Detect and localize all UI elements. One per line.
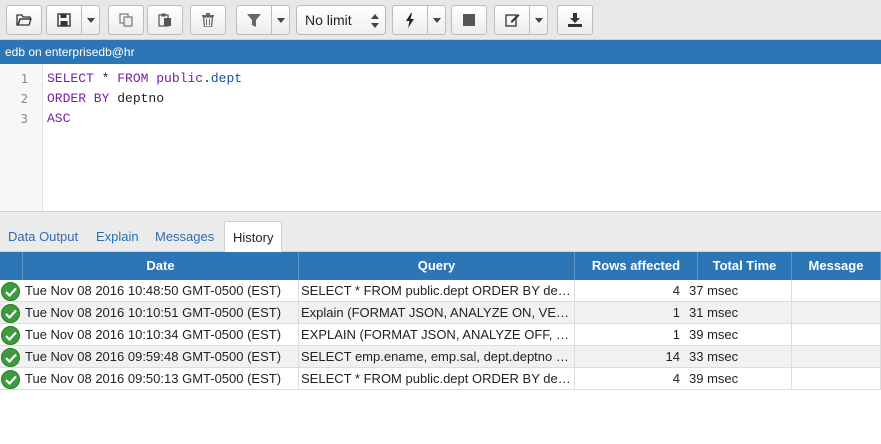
history-message xyxy=(792,302,881,324)
sql-keyword: ASC xyxy=(47,111,71,126)
sql-keyword: public xyxy=(156,71,204,86)
stop-icon xyxy=(463,14,475,26)
history-rows-affected: 1 xyxy=(672,305,680,320)
history-date: Tue Nov 08 2016 10:48:50 GMT-0500 (EST) xyxy=(23,280,299,302)
row-limit-select[interactable]: No limit xyxy=(296,5,386,35)
save-button[interactable] xyxy=(46,5,82,35)
history-query: SELECT * FROM public.dept ORDER BY deptn… xyxy=(299,368,575,390)
history-row[interactable]: Tue Nov 08 2016 10:48:50 GMT-0500 (EST) … xyxy=(0,280,881,302)
sql-editor[interactable]: 1 2 3 SELECT * FROM public.dept ORDER BY… xyxy=(0,64,881,212)
download-button[interactable] xyxy=(557,5,593,35)
history-query: SELECT emp.ename, emp.sal, dept.deptno F… xyxy=(299,346,575,368)
filter-icon xyxy=(247,13,261,27)
line-number: 3 xyxy=(20,112,28,126)
filter-button[interactable] xyxy=(236,5,272,35)
history-rows-affected: 1 xyxy=(672,327,680,342)
column-header-rows-affected[interactable]: Rows affected xyxy=(575,252,698,280)
paste-button[interactable] xyxy=(147,5,183,35)
tab-data-output[interactable]: Data Output xyxy=(0,221,86,252)
sql-keyword: FROM xyxy=(117,71,149,86)
history-date: Tue Nov 08 2016 10:10:51 GMT-0500 (EST) xyxy=(23,302,299,324)
history-rows-affected: 4 xyxy=(672,283,680,298)
history-message xyxy=(792,324,881,346)
history-message xyxy=(792,280,881,302)
history-message xyxy=(792,368,881,390)
check-circle-icon xyxy=(1,326,20,345)
history-query: EXPLAIN (FORMAT JSON, ANALYZE OFF, VERBO… xyxy=(299,324,575,346)
sql-keyword: SELECT xyxy=(47,71,94,86)
lightning-icon xyxy=(405,12,415,28)
history-query: Explain (FORMAT JSON, ANALYZE ON, VERBOS… xyxy=(299,302,575,324)
history-total-time: 37 msec xyxy=(686,280,792,302)
paste-icon xyxy=(158,13,172,27)
save-icon xyxy=(57,13,71,27)
execute-button[interactable] xyxy=(392,5,428,35)
check-circle-icon xyxy=(1,282,20,301)
line-number-gutter: 1 2 3 xyxy=(0,64,43,211)
tab-history[interactable]: History xyxy=(224,221,283,252)
filter-options-dropdown[interactable] xyxy=(272,5,290,35)
save-options-dropdown[interactable] xyxy=(82,5,100,35)
history-rows-affected: 14 xyxy=(665,349,680,364)
history-total-time: 39 msec xyxy=(686,368,792,390)
copy-button[interactable] xyxy=(108,5,144,35)
column-header-query[interactable]: Query xyxy=(299,252,575,280)
tab-explain[interactable]: Explain xyxy=(88,221,147,252)
sql-text: . xyxy=(203,71,211,86)
connection-label: edb on enterprisedb@hr xyxy=(5,45,135,59)
code-line: SELECT * FROM public.dept xyxy=(47,71,242,86)
tab-messages[interactable]: Messages xyxy=(147,221,222,252)
open-file-button[interactable] xyxy=(6,5,42,35)
column-header-total-time[interactable]: Total Time xyxy=(698,252,792,280)
connection-bar: edb on enterprisedb@hr xyxy=(0,40,881,64)
sql-keyword: ORDER BY xyxy=(47,91,110,106)
delete-button[interactable] xyxy=(190,5,226,35)
trash-icon xyxy=(202,13,214,27)
column-header-message[interactable]: Message xyxy=(792,252,881,280)
edit-icon xyxy=(504,13,520,27)
history-total-time: 39 msec xyxy=(686,324,792,346)
history-date: Tue Nov 08 2016 10:10:34 GMT-0500 (EST) xyxy=(23,324,299,346)
stop-button[interactable] xyxy=(451,5,487,35)
edit-options-dropdown[interactable] xyxy=(530,5,548,35)
result-tabs: Data Output Explain Messages History xyxy=(0,212,881,252)
download-icon xyxy=(568,13,582,27)
history-date: Tue Nov 08 2016 09:59:48 GMT-0500 (EST) xyxy=(23,346,299,368)
history-query: SELECT * FROM public.dept ORDER BY deptn… xyxy=(299,280,575,302)
history-row[interactable]: Tue Nov 08 2016 09:59:48 GMT-0500 (EST) … xyxy=(0,346,881,368)
select-arrows-icon xyxy=(371,14,379,28)
history-row[interactable]: Tue Nov 08 2016 09:50:13 GMT-0500 (EST) … xyxy=(0,368,881,390)
code-line: ORDER BY deptno xyxy=(47,91,164,106)
line-number: 1 xyxy=(20,72,28,86)
check-circle-icon xyxy=(1,304,20,323)
row-limit-value: No limit xyxy=(305,12,352,28)
history-row[interactable]: Tue Nov 08 2016 10:10:34 GMT-0500 (EST) … xyxy=(0,324,881,346)
edit-button[interactable] xyxy=(494,5,530,35)
sql-text: * xyxy=(93,71,118,86)
history-row[interactable]: Tue Nov 08 2016 10:10:51 GMT-0500 (EST) … xyxy=(0,302,881,324)
history-total-time: 31 msec xyxy=(686,302,792,324)
history-message xyxy=(792,346,881,368)
code-line: ASC xyxy=(47,111,70,126)
execute-options-dropdown[interactable] xyxy=(428,5,446,35)
sql-identifier: dept xyxy=(210,71,243,86)
sql-text: deptno xyxy=(109,91,165,106)
query-toolbar: No limit xyxy=(0,0,881,40)
history-date: Tue Nov 08 2016 09:50:13 GMT-0500 (EST) xyxy=(23,368,299,390)
check-circle-icon xyxy=(1,370,20,389)
copy-icon xyxy=(119,13,133,27)
column-header-date[interactable]: Date xyxy=(23,252,299,280)
folder-open-icon xyxy=(16,13,32,27)
check-circle-icon xyxy=(1,348,20,367)
status-column-header xyxy=(0,252,23,280)
line-number: 2 xyxy=(20,92,28,106)
history-rows-affected: 4 xyxy=(672,371,680,386)
history-total-time: 33 msec xyxy=(686,346,792,368)
